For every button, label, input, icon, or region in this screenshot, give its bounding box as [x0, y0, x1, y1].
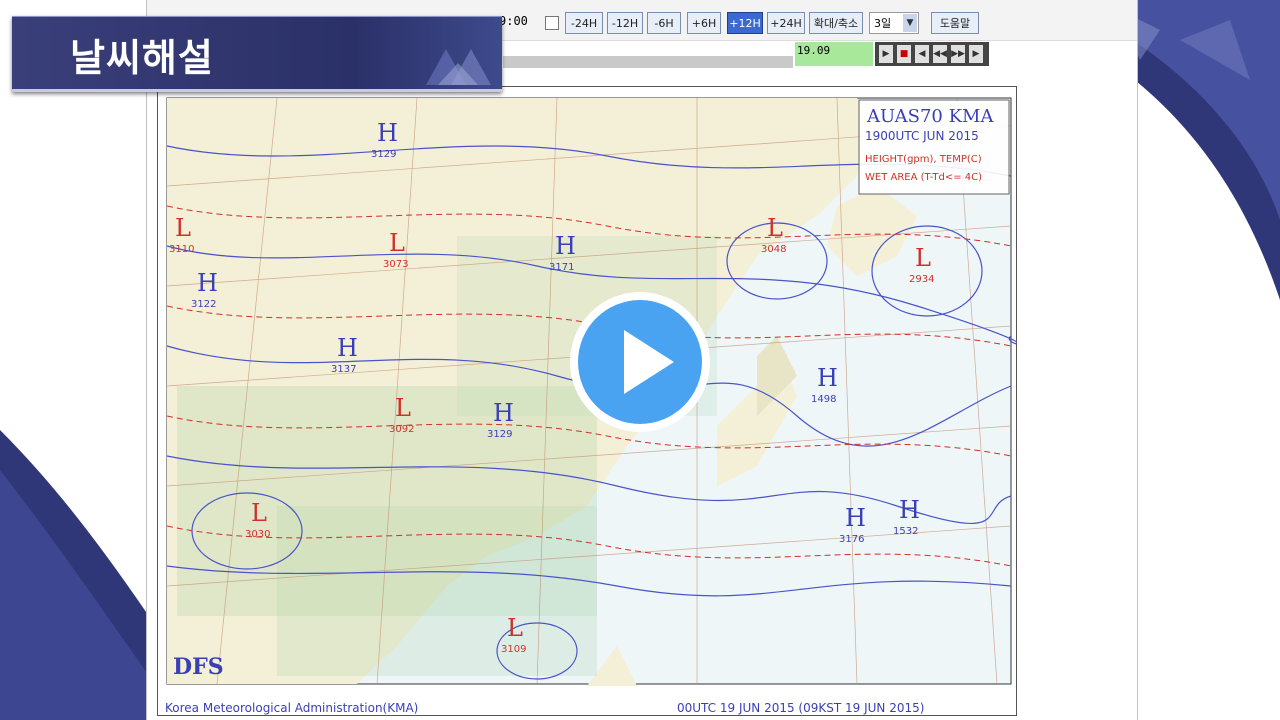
- pressure-system-symbol: H: [197, 269, 218, 297]
- fast-forward-icon[interactable]: ▶▶: [951, 45, 965, 63]
- dfs-logo: DFS: [173, 654, 224, 680]
- pressure-system-symbol: H: [377, 119, 398, 147]
- pressure-system-value: 3129: [487, 429, 512, 440]
- rewind-icon[interactable]: ◀◀: [933, 45, 947, 63]
- chart-header-1: AUAS70 KMA: [866, 106, 994, 127]
- playback-controls: ▶ ■ ◀ ◀◀ ▶▶ ▶: [875, 42, 989, 66]
- pressure-system-symbol: L: [507, 614, 523, 642]
- pressure-system-value: 3110: [169, 244, 194, 255]
- pressure-system-value: 3122: [191, 299, 216, 310]
- plus-12h-button[interactable]: +12H: [727, 12, 763, 34]
- pressure-system-symbol: L: [767, 214, 783, 242]
- pressure-system-value: 3176: [839, 534, 864, 545]
- time-slider-track[interactable]: [503, 56, 793, 68]
- chart-footer-left: Korea Meteorological Administration(KMA): [165, 701, 418, 715]
- plus-24h-button[interactable]: +24H: [767, 12, 805, 34]
- triangle-pattern-icon: [426, 49, 491, 85]
- slide-title-banner: 날씨해설: [12, 16, 502, 92]
- play-forward-icon[interactable]: ▶: [879, 45, 893, 63]
- pressure-system-symbol: L: [389, 229, 405, 257]
- time-slider-value: 19.09: [797, 44, 831, 57]
- time-label: 9:00: [499, 14, 528, 28]
- step-forward-icon[interactable]: ▶: [969, 45, 983, 63]
- pressure-system-value: 3109: [501, 644, 526, 655]
- plus-6h-button[interactable]: +6H: [687, 12, 721, 34]
- pressure-system-symbol: L: [175, 214, 191, 242]
- minus-6h-button[interactable]: -6H: [647, 12, 681, 34]
- zoom-button[interactable]: 확대/축소: [809, 12, 863, 34]
- pressure-system-value: 3073: [383, 259, 408, 270]
- slide-title: 날씨해설: [70, 36, 214, 80]
- pressure-system-value: 3129: [371, 149, 396, 160]
- pressure-system-value: 3092: [389, 424, 414, 435]
- pressure-system-symbol: L: [915, 244, 931, 272]
- pressure-system-value: 2934: [909, 274, 934, 285]
- days-select[interactable]: 3일 ▼: [869, 12, 919, 34]
- pressure-system-value: 1532: [893, 526, 918, 537]
- pressure-system-value: 3171: [549, 262, 574, 273]
- chart-footer-right: 00UTC 19 JUN 2015 (09KST 19 JUN 2015): [677, 701, 924, 715]
- pressure-system-symbol: H: [555, 232, 576, 260]
- chart-header-2: 1900UTC JUN 2015: [865, 129, 979, 143]
- stop-icon[interactable]: ■: [897, 45, 911, 63]
- minus-24h-button[interactable]: -24H: [565, 12, 603, 34]
- pressure-system-symbol: H: [899, 496, 920, 524]
- pressure-system-value: 3048: [761, 244, 786, 255]
- pressure-system-value: 1498: [811, 394, 836, 405]
- chart-legend-2: WET AREA (T-Td<= 4C): [865, 172, 982, 183]
- pressure-system-value: 3137: [331, 364, 356, 375]
- pressure-system-symbol: L: [395, 394, 411, 422]
- chevron-down-icon: ▼: [903, 14, 917, 32]
- video-play-button[interactable]: [568, 290, 712, 434]
- minus-12h-button[interactable]: -12H: [607, 12, 643, 34]
- pressure-system-symbol: H: [817, 364, 838, 392]
- help-button[interactable]: 도움말: [931, 12, 979, 34]
- days-select-value: 3일: [874, 17, 892, 30]
- step-back-icon[interactable]: ◀: [915, 45, 929, 63]
- pressure-system-symbol: H: [493, 399, 514, 427]
- pressure-system-symbol: H: [337, 334, 358, 362]
- pressure-system-symbol: H: [845, 504, 866, 532]
- pressure-system-symbol: L: [251, 499, 267, 527]
- pressure-system-value: 3030: [245, 529, 270, 540]
- chart-legend-1: HEIGHT(gpm), TEMP(C): [865, 154, 982, 165]
- animation-checkbox[interactable]: [545, 16, 559, 30]
